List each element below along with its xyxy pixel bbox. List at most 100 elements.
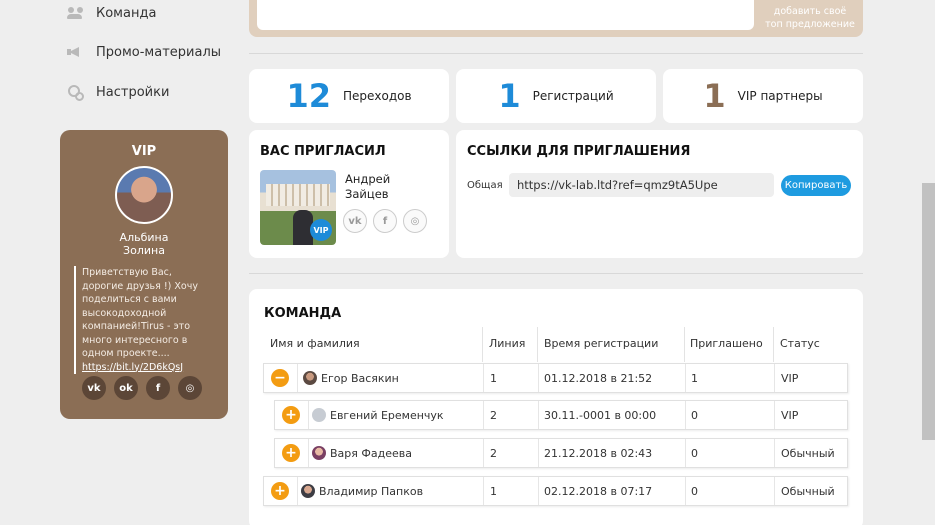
member-reg-time: 01.12.2018 в 21:52 [544,371,653,385]
column-separator [773,327,774,362]
member-name[interactable]: Варя Фадеева [330,439,412,467]
cell-separator [538,439,539,467]
odnoklassniki-icon[interactable]: ok [114,376,138,400]
cell-separator [774,364,775,392]
member-reg-time: 02.12.2018 в 07:17 [544,484,653,498]
member-line: 2 [490,408,497,422]
cell-separator [685,401,686,429]
sidebar-item-settings[interactable]: Настройки [66,81,169,103]
stat-value: 12 [286,77,331,115]
offer-text: добавить своё топ предложение [765,5,855,31]
vk-icon[interactable]: vk [343,209,367,233]
cell-separator [538,401,539,429]
member-reg-time: 21.12.2018 в 02:43 [544,446,653,460]
inviter-title: ВАС ПРИГЛАСИЛ [260,144,386,159]
vip-name: Альбина Золина [60,231,228,257]
vip-card: VIP Альбина Золина Приветствую Вас, доро… [60,130,228,419]
inviter-last-name: Зайцев [345,187,389,201]
divider [249,273,863,274]
member-status: Обычный [781,484,835,498]
vip-badge: VIP [310,219,332,241]
cell-separator [308,401,309,429]
avatar [303,371,317,385]
cell-separator [297,477,298,505]
cell-separator [774,477,775,505]
offer-slot [257,0,754,30]
member-status: VIP [781,408,799,422]
facebook-icon[interactable]: f [373,209,397,233]
avatar [115,166,173,224]
cell-separator [538,364,539,392]
sidebar-item-team[interactable]: Команда [66,2,156,24]
inviter-card: ВАС ПРИГЛАСИЛ VIP Андрей Зайцев vk f ◎ [249,130,449,258]
column-separator [537,327,538,362]
member-status: VIP [781,371,799,385]
instagram-icon[interactable]: ◎ [178,376,202,400]
table-row[interactable]: + Варя Фадеева 2 21.12.2018 в 02:43 0 Об… [274,438,848,468]
member-status: Обычный [781,446,835,460]
vip-message-link[interactable]: https://bit.ly/2D6kQsJ [82,361,214,375]
inviter-first-name: Андрей [345,172,391,186]
inviter-name: Андрей Зайцев [345,172,390,202]
megaphone-icon [66,44,86,60]
avatar [301,484,315,498]
stat-card-clicks: 12 Переходов [249,69,449,123]
photo-building [266,184,330,206]
avatar [312,408,326,422]
member-line: 1 [490,371,497,385]
member-invited: 0 [691,408,698,422]
team-icon [66,5,86,21]
column-separator [684,327,685,362]
instagram-icon[interactable]: ◎ [403,209,427,233]
member-invited: 0 [691,484,698,498]
column-header-name: Имя и фамилия [270,337,360,350]
cell-separator [538,477,539,505]
offer-text-line1: добавить своё [773,6,847,17]
column-separator [482,327,483,362]
link-label: Общая [467,180,503,191]
stat-label: Регистраций [532,89,614,103]
avatar [312,446,326,460]
cell-separator [774,439,775,467]
vip-name-last: Золина [123,244,165,257]
invite-link-input[interactable] [509,173,774,197]
collapse-icon[interactable]: − [271,369,289,387]
stat-label: Переходов [342,89,412,103]
cell-separator [685,439,686,467]
cell-separator [297,364,298,392]
table-row[interactable]: − Егор Васякин 1 01.12.2018 в 21:52 1 VI… [263,363,848,393]
sidebar-item-label: Команда [96,5,157,21]
member-invited: 1 [691,371,698,385]
expand-icon[interactable]: + [282,444,300,462]
sidebar-item-label: Настройки [96,84,170,100]
column-header-line: Линия [489,337,526,350]
member-line: 1 [490,484,497,498]
vip-name-first: Альбина [119,231,169,244]
team-card: КОМАНДА Имя и фамилия Линия Время регист… [249,289,863,525]
cell-separator [685,364,686,392]
expand-icon[interactable]: + [282,406,300,424]
offer-banner[interactable]: добавить своё топ предложение [249,0,863,37]
vk-icon[interactable]: vk [82,376,106,400]
facebook-icon[interactable]: f [146,376,170,400]
table-row[interactable]: + Евгений Еременчук 2 30.11.-0001 в 00:0… [274,400,848,430]
member-name[interactable]: Егор Васякин [321,364,399,392]
table-row[interactable]: + Владимир Папков 1 02.12.2018 в 07:17 0… [263,476,848,506]
column-header-invited: Приглашено [690,337,763,350]
member-name[interactable]: Владимир Папков [319,477,423,505]
invite-links-card: ССЫЛКИ ДЛЯ ПРИГЛАШЕНИЯ Общая Копировать [456,130,863,258]
stat-value: 1 [703,77,726,115]
page-scrollbar[interactable] [922,183,935,440]
cell-separator [483,401,484,429]
sidebar-item-label: Промо-материалы [96,44,222,60]
member-line: 2 [490,446,497,460]
member-invited: 0 [691,446,698,460]
sidebar-item-promo[interactable]: Промо-материалы [66,41,221,63]
vip-message-text: Приветствую Вас, дорогие друзья !) Хочу … [82,267,198,359]
expand-icon[interactable]: + [271,482,289,500]
member-name[interactable]: Евгений Еременчук [330,401,444,429]
column-header-time: Время регистрации [544,337,659,350]
cell-separator [483,477,484,505]
copy-button[interactable]: Копировать [781,175,851,196]
settings-icon [66,84,86,101]
